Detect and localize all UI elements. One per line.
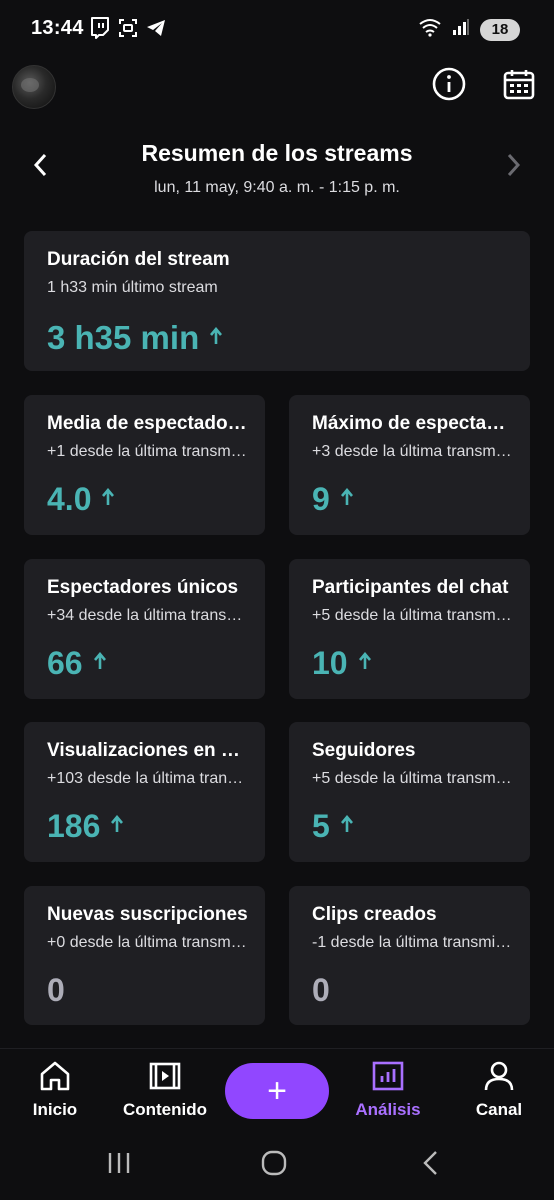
info-button[interactable] — [431, 67, 467, 106]
arrow-up-icon — [110, 814, 124, 838]
stat-comparison: +5 desde la última transmisión — [312, 770, 514, 787]
arrow-up-icon — [340, 814, 354, 838]
stat-value: 9 — [312, 481, 354, 518]
stream-summary-screen: 13:44 18 Resumen de los streams lun, 11 … — [0, 0, 554, 1200]
stat-title: Duración del stream — [47, 249, 230, 270]
signal-icon — [452, 18, 470, 41]
stat-title: Seguidores — [312, 740, 416, 761]
create-button[interactable]: + — [225, 1063, 329, 1119]
arrow-up-icon — [101, 487, 115, 511]
status-bar: 13:44 18 — [0, 0, 554, 58]
stat-comparison: +34 desde la última transmisión — [47, 607, 249, 624]
system-status-icons: 18 — [418, 17, 520, 42]
info-icon — [432, 67, 466, 106]
page-title: Resumen de los streams — [141, 140, 413, 166]
battery-indicator: 18 — [480, 18, 520, 41]
nav-label: Canal — [475, 1100, 523, 1119]
stat-value: 0 — [47, 972, 65, 1009]
stat-value: 5 — [312, 808, 354, 845]
nav-item-analytics[interactable]: Análisis — [333, 1061, 443, 1120]
nav-item-home[interactable]: Inicio — [0, 1061, 110, 1120]
stat-number: 4.0 — [47, 481, 92, 517]
nav-label: Análisis — [355, 1100, 421, 1119]
stat-number: 0 — [47, 972, 65, 1008]
stat-value: 186 — [47, 808, 124, 845]
system-back-button[interactable] — [410, 1148, 450, 1182]
stat-number: 66 — [47, 645, 83, 681]
twitch-icon — [90, 17, 110, 44]
back-icon — [420, 1150, 440, 1181]
stat-card-followers[interactable]: Seguidores +5 desde la última transmisió… — [289, 722, 530, 862]
stat-value: 0 — [312, 972, 330, 1009]
stat-comparison: -1 desde la última transmisión — [312, 934, 514, 951]
stat-comparison: +0 desde la última transmisión — [47, 934, 249, 951]
status-time: 13:44 — [31, 17, 84, 39]
stat-number: 0 — [312, 972, 330, 1008]
stat-title: Espectadores únicos — [47, 577, 239, 598]
analytics-icon — [372, 1061, 404, 1096]
notification-icons — [90, 17, 166, 44]
system-navigation-bar — [0, 1132, 554, 1200]
nav-label: Inicio — [32, 1100, 78, 1119]
stat-number: 3 h35 min — [47, 319, 200, 356]
home-circle-icon — [260, 1150, 288, 1181]
stat-card-unique-viewers[interactable]: Espectadores únicos +34 desde la última … — [24, 559, 265, 699]
recents-button[interactable] — [99, 1148, 139, 1182]
arrow-up-icon — [358, 651, 372, 675]
stat-comparison: +5 desde la última transmisión — [312, 607, 514, 624]
stat-number: 5 — [312, 808, 330, 844]
next-stream-button[interactable] — [498, 150, 530, 184]
wifi-icon — [418, 17, 442, 42]
stat-title: Media de espectadores — [47, 413, 249, 434]
stat-title: Máximo de espectadores — [312, 413, 514, 434]
stat-card-duration[interactable]: Duración del stream 1 h33 min último str… — [24, 231, 530, 371]
stat-value: 3 h35 min — [47, 319, 223, 357]
stat-number: 10 — [312, 645, 348, 681]
stat-value: 66 — [47, 645, 107, 682]
stat-comparison: +1 desde la última transmisión — [47, 443, 249, 460]
stat-title: Participantes del chat — [312, 577, 509, 598]
home-icon — [39, 1061, 71, 1096]
nav-item-content[interactable]: Contenido — [110, 1061, 220, 1120]
stat-card-chat-participants[interactable]: Participantes del chat +5 desde la últim… — [289, 559, 530, 699]
avatar[interactable] — [12, 65, 56, 109]
content-icon — [149, 1061, 181, 1096]
telegram-icon — [146, 19, 166, 42]
nav-label: Contenido — [122, 1100, 208, 1119]
arrow-up-icon — [93, 651, 107, 675]
stat-value: 10 — [312, 645, 372, 682]
stat-value: 4.0 — [47, 481, 115, 518]
channel-icon — [483, 1061, 515, 1096]
arrow-up-icon — [209, 326, 223, 350]
stat-comparison: 1 h33 min último stream — [47, 279, 218, 296]
stat-title: Visualizaciones en directo — [47, 740, 249, 761]
stat-card-live-views[interactable]: Visualizaciones en directo +103 desde la… — [24, 722, 265, 862]
stat-title: Nuevas suscripciones — [47, 904, 248, 925]
system-home-button[interactable] — [254, 1148, 294, 1182]
stat-comparison: +103 desde la última transmisión — [47, 770, 249, 787]
stat-comparison: +3 desde la última transmisión — [312, 443, 514, 460]
nav-item-channel[interactable]: Canal — [444, 1061, 554, 1120]
stat-title: Clips creados — [312, 904, 437, 925]
stream-date-range: lun, 11 may, 9:40 a. m. - 1:15 p. m. — [154, 179, 400, 196]
calendar-button[interactable] — [501, 68, 537, 104]
stat-card-new-subs[interactable]: Nuevas suscripciones +0 desde la última … — [24, 886, 265, 1025]
stat-card-avg-viewers[interactable]: Media de espectadores +1 desde la última… — [24, 395, 265, 535]
recents-icon — [106, 1151, 132, 1180]
bottom-navigation: Inicio Contenido + Análisis Canal — [0, 1048, 554, 1132]
arrow-up-icon — [340, 487, 354, 511]
chevron-right-icon — [506, 152, 522, 183]
screenshot-icon — [118, 18, 138, 43]
stat-card-clips[interactable]: Clips creados -1 desde la última transmi… — [289, 886, 530, 1025]
stat-card-max-viewers[interactable]: Máximo de espectadores +3 desde la últim… — [289, 395, 530, 535]
stat-number: 9 — [312, 481, 330, 517]
stat-number: 186 — [47, 808, 101, 844]
calendar-icon — [503, 68, 535, 105]
